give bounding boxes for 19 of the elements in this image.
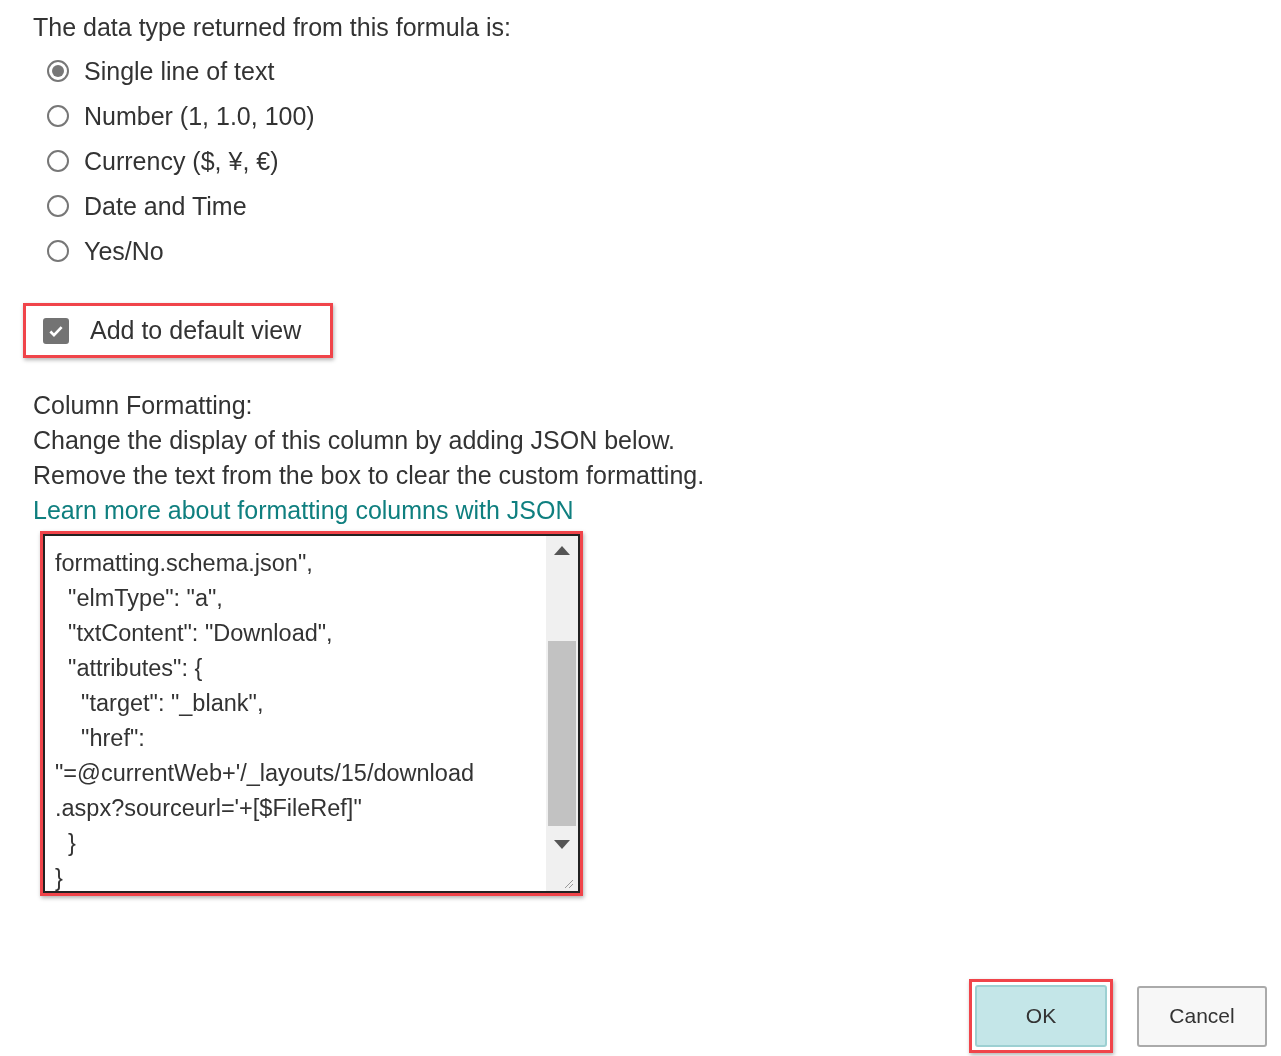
radio-button[interactable]: [47, 150, 69, 172]
radio-label[interactable]: Yes/No: [84, 236, 164, 266]
section-heading: Column Formatting:: [33, 390, 254, 421]
cancel-button[interactable]: Cancel: [1137, 985, 1267, 1047]
radio-button[interactable]: [47, 195, 69, 217]
help-link[interactable]: Learn more about formatting columns with JSON: [33, 493, 574, 528]
description-text: Remove the text from the box to clear the custom formatting.: [33, 460, 706, 491]
radio-label[interactable]: Currency ($, ¥, €): [84, 146, 279, 176]
description-text: Change the display of this column by adding JSON below.: [33, 425, 677, 456]
section-label: The data type returned from this formula is:: [32, 12, 512, 43]
radio-button[interactable]: [47, 60, 69, 82]
radio-label[interactable]: Number (1, 1.0, 100): [84, 101, 315, 131]
checkbox-label[interactable]: Add to default view: [90, 316, 302, 345]
radio-label[interactable]: Single line of text: [84, 56, 275, 86]
ok-button[interactable]: OK: [975, 985, 1107, 1047]
radio-label[interactable]: Date and Time: [84, 191, 247, 221]
radio-button[interactable]: [47, 105, 69, 127]
radio-button[interactable]: [47, 240, 69, 262]
checkbox[interactable]: [43, 317, 69, 344]
